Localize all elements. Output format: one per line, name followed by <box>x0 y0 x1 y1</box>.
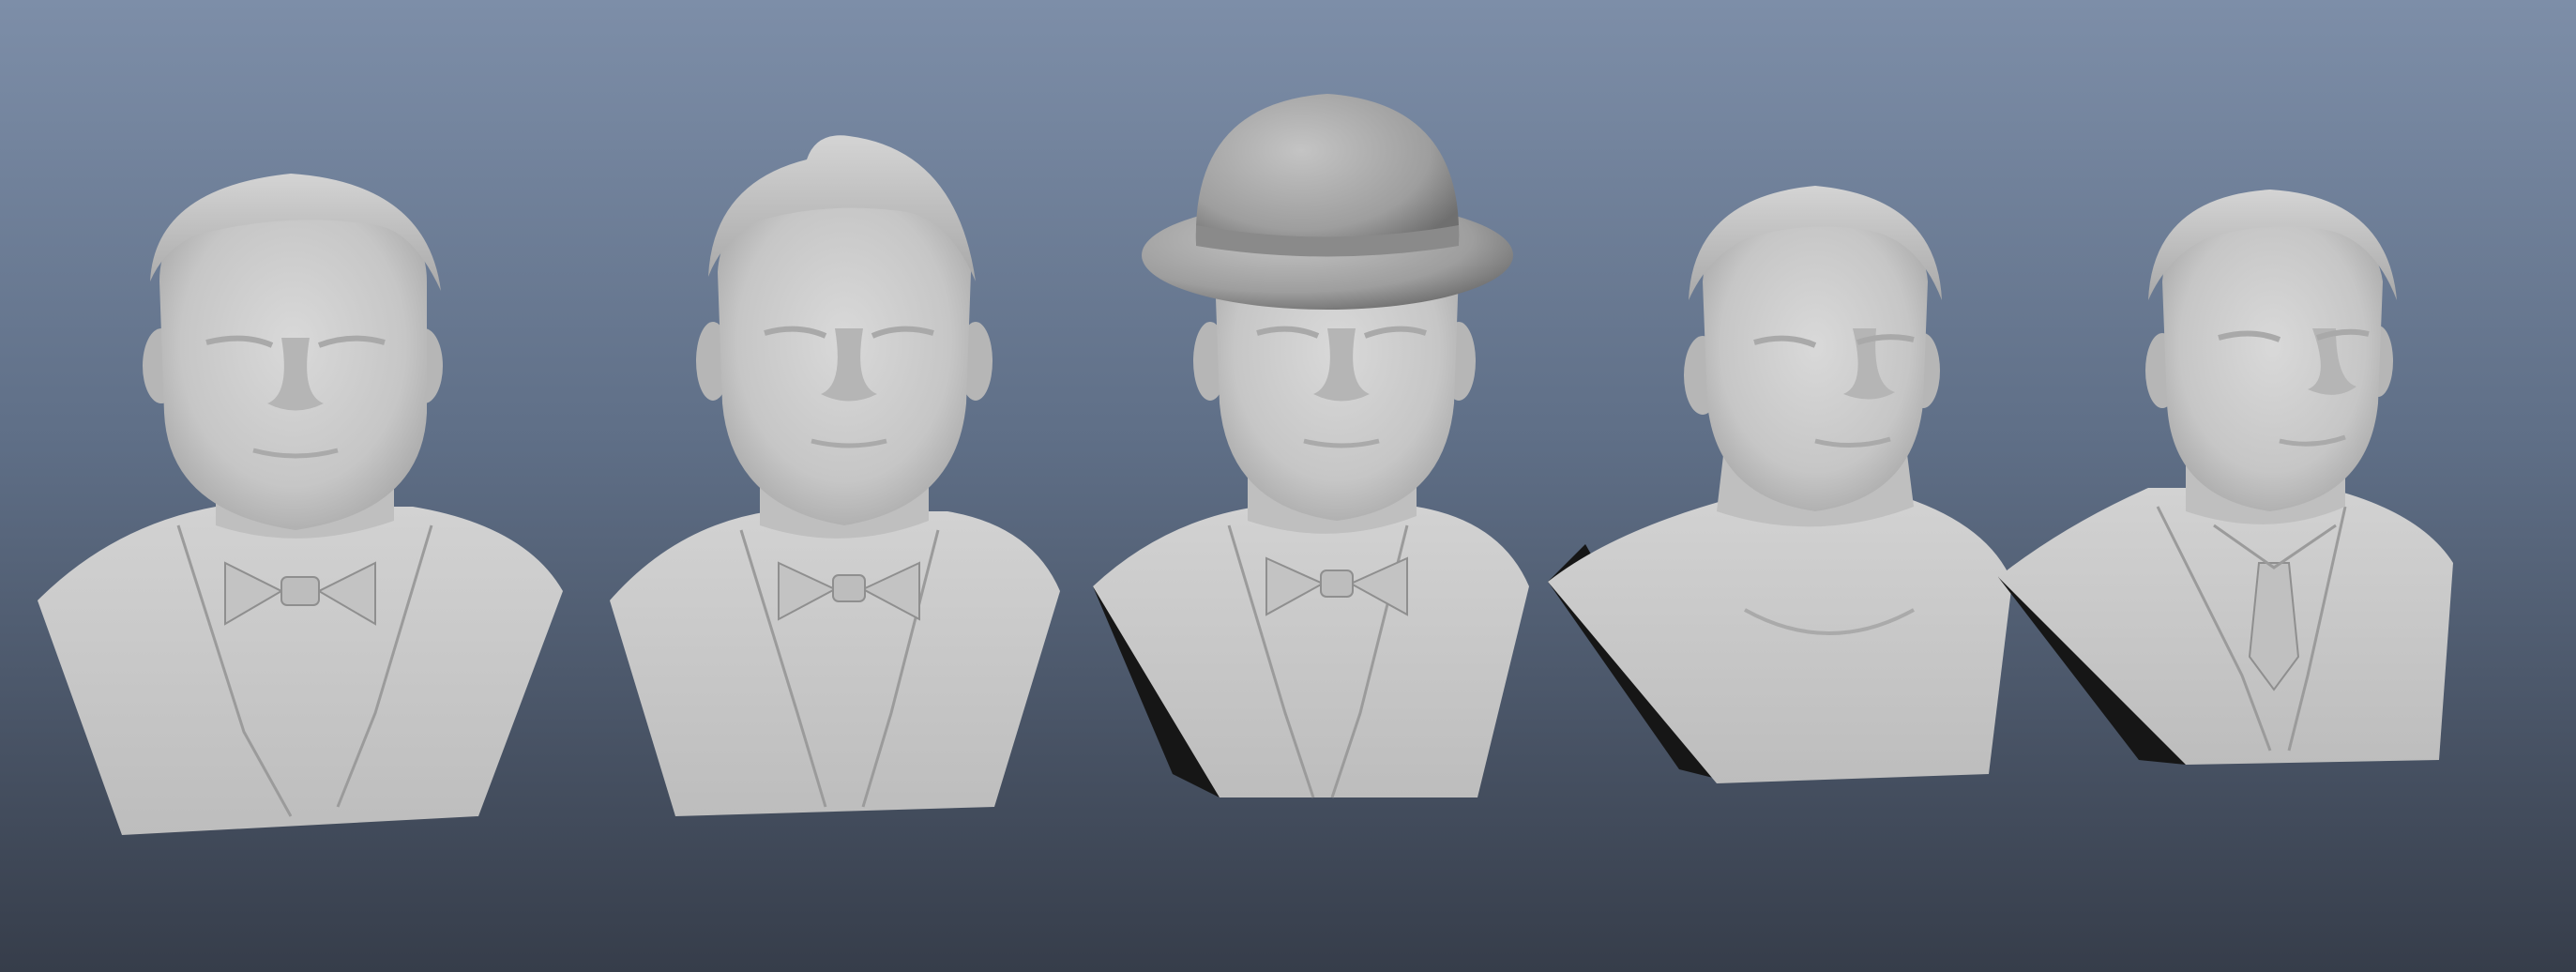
3d-viewport[interactable] <box>0 0 2576 972</box>
scene-render <box>0 0 2576 972</box>
bust-2-torso <box>610 511 1060 816</box>
bust-4-head <box>1703 211 1928 511</box>
bust-2-bow-knot <box>832 574 866 602</box>
bust-5-head <box>2162 211 2383 511</box>
bust-3-bow-knot <box>1320 570 1354 598</box>
bust-1-bow-knot <box>280 576 320 606</box>
bust-1-torso <box>38 507 563 835</box>
